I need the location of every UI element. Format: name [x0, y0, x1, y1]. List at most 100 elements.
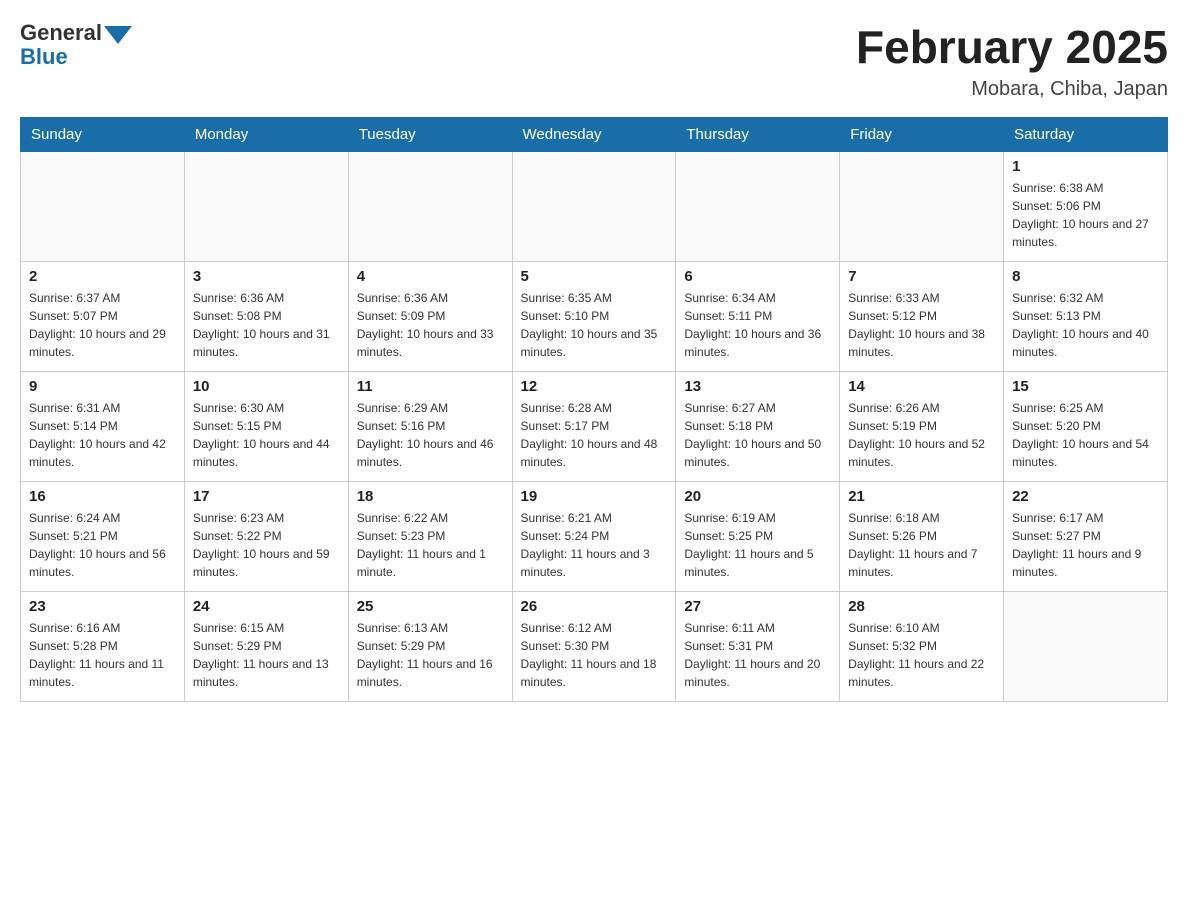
day-number: 17 — [193, 488, 340, 505]
day-number: 11 — [357, 378, 504, 395]
day-number: 26 — [521, 598, 668, 615]
logo: General Blue — [20, 20, 132, 70]
weekday-header-monday: Monday — [184, 118, 348, 152]
day-info: Sunrise: 6:10 AM Sunset: 5:32 PM Dayligh… — [848, 619, 995, 691]
day-info: Sunrise: 6:28 AM Sunset: 5:17 PM Dayligh… — [521, 399, 668, 471]
day-info: Sunrise: 6:29 AM Sunset: 5:16 PM Dayligh… — [357, 399, 504, 471]
logo-blue-text: Blue — [20, 44, 68, 70]
weekday-header-row: SundayMondayTuesdayWednesdayThursdayFrid… — [21, 118, 1168, 152]
week-row-2: 2Sunrise: 6:37 AM Sunset: 5:07 PM Daylig… — [21, 262, 1168, 372]
calendar-cell: 12 Sunrise: 6:28 AM Sunset: 5:17 PM Dayli… — [512, 372, 676, 482]
day-number: 12 — [521, 378, 668, 395]
day-info: Sunrise: 6:30 AM Sunset: 5:15 PM Dayligh… — [193, 399, 340, 471]
calendar-cell: 8 Sunrise: 6:32 AM Sunset: 5:13 PM Daylig… — [1004, 262, 1168, 372]
logo-general-text: General — [20, 20, 102, 46]
day-number: 7 — [848, 268, 995, 285]
day-number: 5 — [521, 268, 668, 285]
calendar-cell — [184, 152, 348, 262]
day-number: 18 — [357, 488, 504, 505]
day-number: 21 — [848, 488, 995, 505]
title-section: February 2025 Mobara, Chiba, Japan — [856, 20, 1168, 101]
weekday-header-wednesday: Wednesday — [512, 118, 676, 152]
calendar-cell: 11 Sunrise: 6:29 AM Sunset: 5:16 PM Dayli… — [348, 372, 512, 482]
day-number: 24 — [193, 598, 340, 615]
day-info: Sunrise: 6:24 AM Sunset: 5:21 PM Dayligh… — [29, 509, 176, 581]
location-text: Mobara, Chiba, Japan — [856, 78, 1168, 101]
day-info: Sunrise: 6:25 AM Sunset: 5:20 PM Dayligh… — [1012, 399, 1159, 471]
day-info: Sunrise: 6:31 AM Sunset: 5:14 PM Dayligh… — [29, 399, 176, 471]
calendar-cell: 20 Sunrise: 6:19 AM Sunset: 5:25 PM Dayli… — [676, 482, 840, 592]
day-info: Sunrise: 6:17 AM Sunset: 5:27 PM Dayligh… — [1012, 509, 1159, 581]
weekday-header-tuesday: Tuesday — [348, 118, 512, 152]
calendar-cell: 25 Sunrise: 6:13 AM Sunset: 5:29 PM Dayli… — [348, 592, 512, 702]
calendar-cell: 7 Sunrise: 6:33 AM Sunset: 5:12 PM Daylig… — [840, 262, 1004, 372]
day-info: Sunrise: 6:26 AM Sunset: 5:19 PM Dayligh… — [848, 399, 995, 471]
day-number: 22 — [1012, 488, 1159, 505]
month-title: February 2025 — [856, 20, 1168, 74]
weekday-header-saturday: Saturday — [1004, 118, 1168, 152]
day-info: Sunrise: 6:33 AM Sunset: 5:12 PM Dayligh… — [848, 289, 995, 361]
day-info: Sunrise: 6:18 AM Sunset: 5:26 PM Dayligh… — [848, 509, 995, 581]
calendar-cell: 15 Sunrise: 6:25 AM Sunset: 5:20 PM Dayli… — [1004, 372, 1168, 482]
calendar-cell: 10 Sunrise: 6:30 AM Sunset: 5:15 PM Dayli… — [184, 372, 348, 482]
day-info: Sunrise: 6:36 AM Sunset: 5:09 PM Dayligh… — [357, 289, 504, 361]
day-number: 27 — [684, 598, 831, 615]
week-row-3: 9 Sunrise: 6:31 AM Sunset: 5:14 PM Daylig… — [21, 372, 1168, 482]
calendar-cell: 9 Sunrise: 6:31 AM Sunset: 5:14 PM Daylig… — [21, 372, 185, 482]
calendar-cell: 28 Sunrise: 6:10 AM Sunset: 5:32 PM Dayli… — [840, 592, 1004, 702]
day-number: 9 — [29, 378, 176, 395]
calendar-cell: 24Sunrise: 6:15 AM Sunset: 5:29 PM Dayli… — [184, 592, 348, 702]
calendar-cell: 27 Sunrise: 6:11 AM Sunset: 5:31 PM Dayli… — [676, 592, 840, 702]
calendar-cell — [21, 152, 185, 262]
calendar-cell: 1Sunrise: 6:38 AM Sunset: 5:06 PM Daylig… — [1004, 152, 1168, 262]
day-info: Sunrise: 6:11 AM Sunset: 5:31 PM Dayligh… — [684, 619, 831, 691]
calendar-cell: 2Sunrise: 6:37 AM Sunset: 5:07 PM Daylig… — [21, 262, 185, 372]
day-number: 15 — [1012, 378, 1159, 395]
day-number: 10 — [193, 378, 340, 395]
day-info: Sunrise: 6:16 AM Sunset: 5:28 PM Dayligh… — [29, 619, 176, 691]
day-number: 25 — [357, 598, 504, 615]
weekday-header-friday: Friday — [840, 118, 1004, 152]
calendar-cell: 3Sunrise: 6:36 AM Sunset: 5:08 PM Daylig… — [184, 262, 348, 372]
day-number: 13 — [684, 378, 831, 395]
calendar-cell: 21 Sunrise: 6:18 AM Sunset: 5:26 PM Dayli… — [840, 482, 1004, 592]
day-number: 2 — [29, 268, 176, 285]
day-number: 28 — [848, 598, 995, 615]
calendar-cell — [1004, 592, 1168, 702]
day-number: 4 — [357, 268, 504, 285]
calendar-cell: 26 Sunrise: 6:12 AM Sunset: 5:30 PM Dayli… — [512, 592, 676, 702]
day-number: 14 — [848, 378, 995, 395]
calendar-cell: 5 Sunrise: 6:35 AM Sunset: 5:10 PM Daylig… — [512, 262, 676, 372]
calendar-cell — [512, 152, 676, 262]
calendar-cell: 19 Sunrise: 6:21 AM Sunset: 5:24 PM Dayli… — [512, 482, 676, 592]
day-number: 23 — [29, 598, 176, 615]
calendar-cell: 18 Sunrise: 6:22 AM Sunset: 5:23 PM Dayli… — [348, 482, 512, 592]
calendar-cell: 16 Sunrise: 6:24 AM Sunset: 5:21 PM Dayli… — [21, 482, 185, 592]
day-info: Sunrise: 6:19 AM Sunset: 5:25 PM Dayligh… — [684, 509, 831, 581]
day-number: 19 — [521, 488, 668, 505]
week-row-4: 16 Sunrise: 6:24 AM Sunset: 5:21 PM Dayli… — [21, 482, 1168, 592]
day-info: Sunrise: 6:36 AM Sunset: 5:08 PM Dayligh… — [193, 289, 340, 361]
calendar-cell — [348, 152, 512, 262]
calendar-cell: 13Sunrise: 6:27 AM Sunset: 5:18 PM Dayli… — [676, 372, 840, 482]
day-number: 16 — [29, 488, 176, 505]
day-info: Sunrise: 6:13 AM Sunset: 5:29 PM Dayligh… — [357, 619, 504, 691]
logo-arrow-icon — [104, 26, 132, 44]
day-number: 6 — [684, 268, 831, 285]
page-header: General Blue February 2025 Mobara, Chiba… — [20, 20, 1168, 101]
calendar-cell: 23 Sunrise: 6:16 AM Sunset: 5:28 PM Dayli… — [21, 592, 185, 702]
calendar-cell — [676, 152, 840, 262]
week-row-5: 23 Sunrise: 6:16 AM Sunset: 5:28 PM Dayli… — [21, 592, 1168, 702]
day-info: Sunrise: 6:35 AM Sunset: 5:10 PM Dayligh… — [521, 289, 668, 361]
week-row-1: 1Sunrise: 6:38 AM Sunset: 5:06 PM Daylig… — [21, 152, 1168, 262]
day-info: Sunrise: 6:22 AM Sunset: 5:23 PM Dayligh… — [357, 509, 504, 581]
calendar-cell — [840, 152, 1004, 262]
day-number: 20 — [684, 488, 831, 505]
day-info: Sunrise: 6:34 AM Sunset: 5:11 PM Dayligh… — [684, 289, 831, 361]
day-info: Sunrise: 6:21 AM Sunset: 5:24 PM Dayligh… — [521, 509, 668, 581]
day-info: Sunrise: 6:23 AM Sunset: 5:22 PM Dayligh… — [193, 509, 340, 581]
calendar-table: SundayMondayTuesdayWednesdayThursdayFrid… — [20, 117, 1168, 702]
day-number: 8 — [1012, 268, 1159, 285]
day-info: Sunrise: 6:12 AM Sunset: 5:30 PM Dayligh… — [521, 619, 668, 691]
day-info: Sunrise: 6:32 AM Sunset: 5:13 PM Dayligh… — [1012, 289, 1159, 361]
